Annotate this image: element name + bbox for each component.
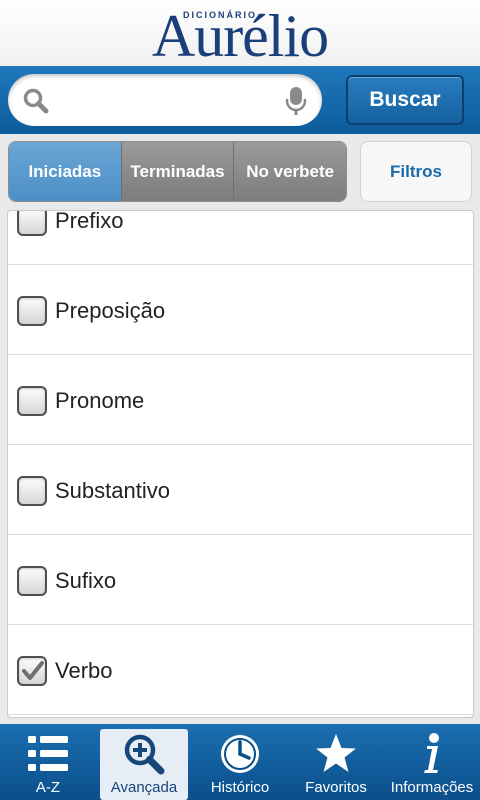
zoom-in-icon bbox=[124, 734, 165, 775]
bottom-tab-bar: A-Z Avançada Histórico Favoritos Informa… bbox=[0, 724, 480, 800]
tab-label: A-Z bbox=[35, 779, 61, 796]
info-icon bbox=[424, 733, 439, 773]
tab-favoritos[interactable]: Favoritos bbox=[288, 724, 384, 800]
tab-a-z[interactable]: A-Z bbox=[0, 724, 96, 800]
filters-button[interactable]: Filtros bbox=[360, 141, 472, 202]
list-item-label: Verbo bbox=[55, 658, 113, 683]
tab-avancada[interactable]: Avançada bbox=[100, 729, 188, 800]
microphone-icon[interactable] bbox=[284, 86, 308, 116]
clock-icon bbox=[221, 735, 259, 773]
app-logo-subtitle: DICIONÁRIO bbox=[183, 10, 257, 20]
word-class-list[interactable]: Prefixo Preposição Pronome Substantivo S… bbox=[7, 210, 474, 718]
segment-no-verbete[interactable]: No verbete bbox=[233, 142, 346, 201]
checkmark-icon bbox=[22, 661, 44, 680]
search-box[interactable] bbox=[8, 74, 322, 126]
search-mode-segmented-control: Iniciadas Terminadas No verbete bbox=[8, 141, 347, 202]
list-item-label: Pronome bbox=[55, 388, 145, 413]
search-mode-row: Iniciadas Terminadas No verbete Filtros bbox=[0, 134, 480, 210]
search-icon bbox=[23, 88, 49, 114]
checkbox-verbo[interactable] bbox=[17, 656, 47, 686]
search-button[interactable]: Buscar bbox=[346, 75, 464, 125]
checkbox-preposicao[interactable] bbox=[17, 296, 47, 326]
list-item-pronome[interactable]: Pronome bbox=[8, 355, 473, 445]
list-item-verbo[interactable]: Verbo bbox=[8, 625, 473, 715]
tab-label: Avançada bbox=[110, 779, 178, 796]
tab-label: Histórico bbox=[210, 779, 270, 796]
word-class-list-content: Prefixo Preposição Pronome Substantivo S… bbox=[8, 210, 473, 715]
checkbox-substantivo[interactable] bbox=[17, 476, 47, 506]
tab-informacoes[interactable]: Informações bbox=[384, 724, 480, 800]
list-item-prefixo[interactable]: Prefixo bbox=[8, 210, 473, 265]
checkbox-sufixo[interactable] bbox=[17, 566, 47, 596]
checkbox-prefixo[interactable] bbox=[17, 211, 47, 236]
tab-historico[interactable]: Histórico bbox=[192, 724, 288, 800]
list-item-label: Preposição bbox=[55, 298, 166, 323]
list-item-label: Sufixo bbox=[55, 568, 117, 593]
tab-label: Informações bbox=[390, 779, 474, 796]
checkbox-pronome[interactable] bbox=[17, 386, 47, 416]
list-item-label: Substantivo bbox=[55, 478, 170, 503]
search-input[interactable] bbox=[58, 84, 276, 116]
tab-label: Favoritos bbox=[305, 779, 367, 796]
list-icon bbox=[28, 736, 68, 771]
list-item-preposicao[interactable]: Preposição bbox=[8, 265, 473, 355]
star-icon bbox=[316, 734, 356, 772]
list-item-label: Prefixo bbox=[55, 210, 124, 233]
segment-iniciadas[interactable]: Iniciadas bbox=[9, 142, 121, 201]
list-item-substantivo[interactable]: Substantivo bbox=[8, 445, 473, 535]
search-bar: Buscar bbox=[0, 66, 480, 134]
segment-terminadas[interactable]: Terminadas bbox=[120, 142, 234, 201]
list-item-sufixo[interactable]: Sufixo bbox=[8, 535, 473, 625]
app-header: Aurélio DICIONÁRIO bbox=[0, 0, 480, 68]
